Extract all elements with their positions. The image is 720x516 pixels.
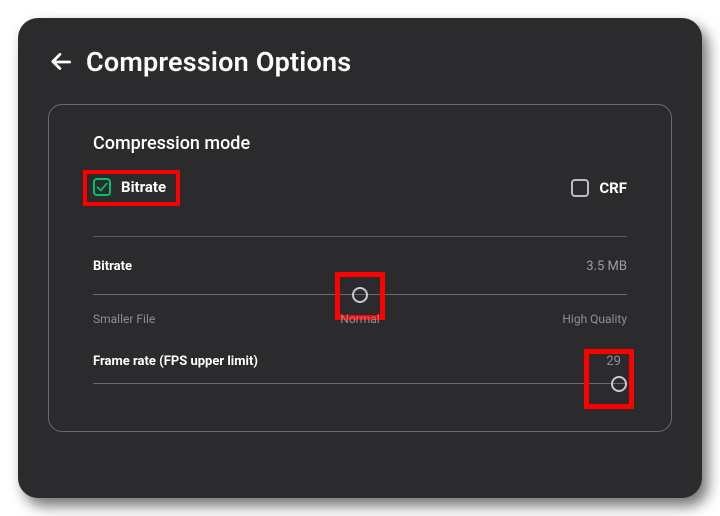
fps-slider[interactable] [93, 375, 627, 393]
compression-mode-row: Bitrate CRF [93, 170, 627, 237]
slider-mark-right: High Quality [562, 312, 627, 326]
slider-track [93, 383, 627, 384]
bitrate-value: 3.5 MB [586, 259, 627, 274]
slider-mark-mid: Normal [340, 312, 379, 326]
mode-option-bitrate[interactable]: Bitrate [93, 178, 166, 196]
compression-options-panel: Compression Options Compression mode Bit… [18, 18, 702, 498]
slider-mark-left: Smaller File [93, 312, 155, 326]
highlight-bitrate: Bitrate [83, 170, 180, 206]
fps-row-head: Frame rate (FPS upper limit) 29 [93, 354, 627, 369]
checkbox-empty-icon [571, 179, 589, 197]
bitrate-slider[interactable] [93, 286, 627, 304]
bitrate-slider-marks: Smaller File Normal High Quality [93, 312, 627, 328]
back-arrow-icon[interactable] [48, 49, 74, 75]
fps-row: Frame rate (FPS upper limit) 29 [93, 354, 627, 393]
section-title: Compression mode [93, 133, 627, 154]
mode-bitrate-label: Bitrate [121, 178, 166, 196]
options-card: Compression mode Bitrate CRF Bi [48, 104, 672, 432]
header: Compression Options [18, 46, 702, 104]
bitrate-label: Bitrate [93, 259, 132, 274]
bitrate-row: Bitrate 3.5 MB Smaller File Normal High … [93, 259, 627, 328]
fps-label: Frame rate (FPS upper limit) [93, 354, 258, 369]
mode-crf-label: CRF [599, 179, 627, 197]
highlight-fps-thumb [584, 349, 634, 409]
checkbox-checked-icon [93, 178, 111, 196]
mode-option-crf[interactable]: CRF [571, 170, 627, 206]
page-title: Compression Options [86, 46, 351, 78]
